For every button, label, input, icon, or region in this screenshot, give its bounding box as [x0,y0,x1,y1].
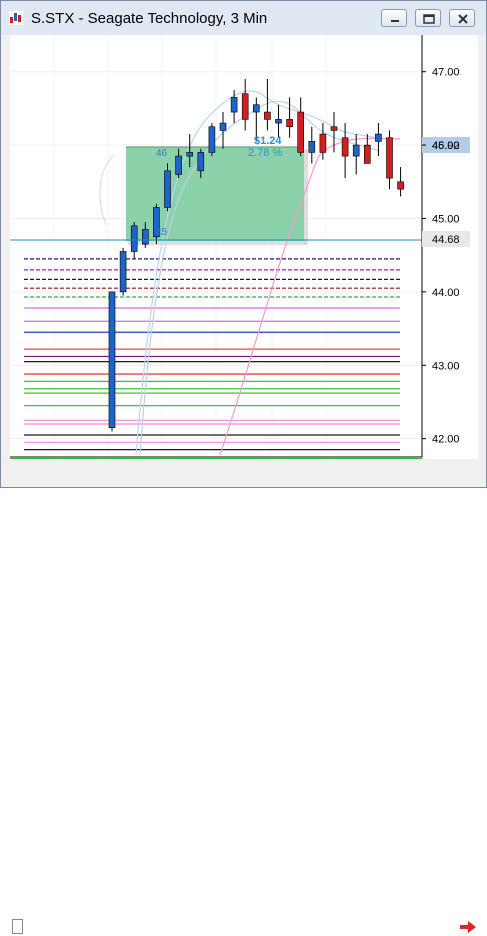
candle-body[interactable] [275,119,282,124]
candle-body[interactable] [386,137,393,179]
candle-body[interactable] [197,152,205,172]
candle-body[interactable] [264,111,271,120]
horizontal-line-text: 44.68 [432,234,460,246]
annotation-change: $1.24 [254,135,282,147]
candle-body[interactable] [375,133,382,142]
candle-body[interactable] [119,251,127,293]
maximize-icon [423,14,435,24]
candle-body[interactable] [208,126,216,153]
candle-body[interactable] [175,155,182,175]
candle-body[interactable] [186,152,193,157]
candle-body[interactable] [142,229,149,245]
status-bar [1,459,486,934]
y-tick-label: 45.00 [432,213,460,225]
y-tick-label: 43.00 [432,360,460,372]
candle-body[interactable] [297,111,305,153]
candle-body[interactable] [253,104,260,113]
annotation-bottom-left-value: 45 [156,227,168,238]
minimize-icon [391,20,399,22]
candle-body[interactable] [241,93,249,120]
chart-icon [9,11,23,25]
red-arrow-right-icon[interactable] [458,918,478,936]
close-icon [458,14,468,24]
maximize-button[interactable] [415,9,441,27]
candle-body[interactable] [341,137,349,157]
candle-body[interactable] [108,291,116,428]
y-tick-label: 47.00 [432,67,460,79]
annotation-percent: 2.78 % [248,147,282,159]
candle-body[interactable] [352,144,360,157]
candle-body[interactable] [286,119,293,128]
title-bar[interactable]: S.STX - Seagate Technology, 3 Min [1,1,486,35]
close-button[interactable] [449,9,475,27]
chart-canvas[interactable]: 46 45 $1.24 2.78 % 45.92 44.68 47.0046.0… [10,35,478,472]
y-tick-label: 46.00 [432,140,460,152]
annotation-top-left-value: 46 [156,148,168,159]
highlight-box[interactable] [126,147,304,241]
y-tick-label: 42.00 [432,434,460,446]
candle-body[interactable] [319,133,327,153]
candle-body[interactable] [164,170,171,208]
candle-body[interactable] [219,122,227,131]
window-title: S.STX - Seagate Technology, 3 Min [31,10,268,27]
minimize-button[interactable] [381,9,407,27]
candle-body[interactable] [363,144,371,164]
scroll-handle[interactable] [12,919,23,934]
y-tick-label: 44.00 [432,287,460,299]
candle-body[interactable] [130,225,138,252]
candle-body[interactable] [397,181,404,190]
chart-window: S.STX - Seagate Technology, 3 Min 46 45 … [0,0,487,934]
candle-body[interactable] [308,141,316,153]
price-chart[interactable]: 46 45 $1.24 2.78 % 45.92 44.68 47.00 46.0… [10,35,478,472]
candle-body[interactable] [330,126,338,131]
candle-body[interactable] [230,97,238,113]
